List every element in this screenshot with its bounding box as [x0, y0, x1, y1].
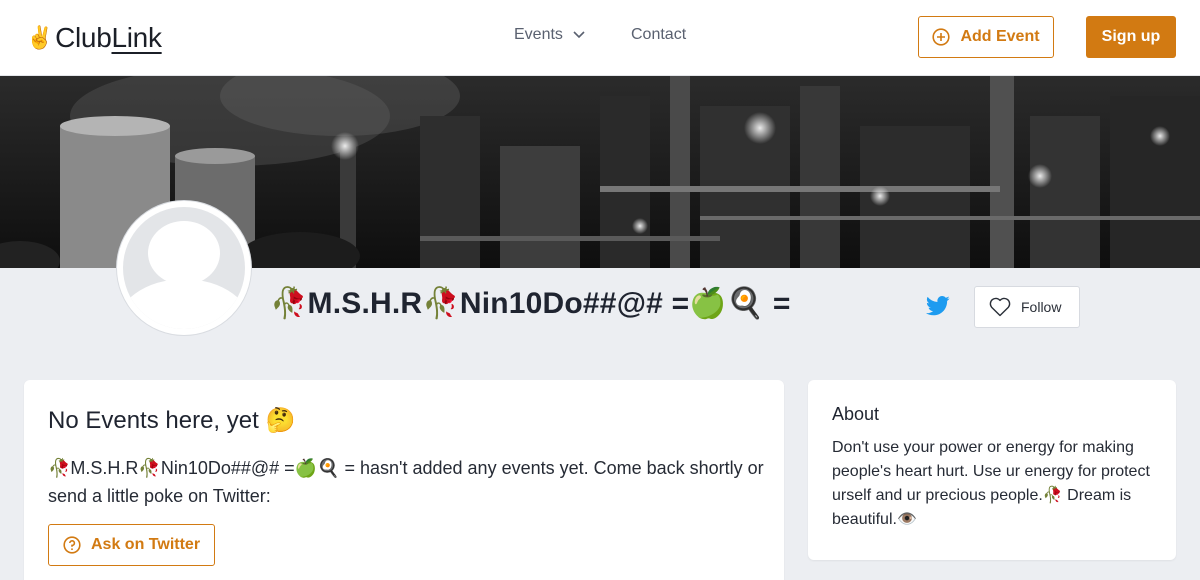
- about-card: About Don't use your power or energy for…: [808, 380, 1176, 560]
- events-empty-message: 🥀M.S.H.R🥀Nin10Do##@# =🍏🍳 = hasn't added …: [48, 458, 764, 506]
- add-event-label: Add Event: [960, 28, 1040, 45]
- logo-club-text: Club: [55, 22, 112, 53]
- ask-on-twitter-button[interactable]: Ask on Twitter: [48, 524, 215, 566]
- clublink-logo[interactable]: ✌️ Club Link: [26, 22, 162, 54]
- nav-contact-link[interactable]: Contact: [631, 26, 686, 44]
- follow-label: Follow: [1021, 299, 1062, 315]
- profile-name: 🥀M.S.H.R🥀Nin10Do##@# =🍏🍳 =: [270, 287, 791, 320]
- nav-events-label: Events: [514, 26, 563, 43]
- site-header: ✌️ Club Link Events Contact Add Event Sig…: [0, 0, 1200, 76]
- about-text: Don't use your power or energy for makin…: [832, 439, 1150, 528]
- logo-link-text: Link: [111, 22, 162, 53]
- avatar-placeholder-icon: [123, 207, 245, 329]
- sign-up-button[interactable]: Sign up: [1086, 16, 1176, 58]
- question-circle-icon: [63, 536, 81, 554]
- heart-icon: [989, 297, 1011, 317]
- about-title: About: [832, 404, 880, 424]
- profile-avatar: [117, 201, 251, 335]
- nav-events-dropdown[interactable]: Events: [514, 26, 585, 44]
- add-event-button[interactable]: Add Event: [918, 16, 1054, 58]
- logo-hand-icon: ✌️: [26, 25, 54, 50]
- plus-circle-icon: [932, 28, 951, 46]
- chevron-down-icon: [573, 31, 585, 39]
- twitter-icon[interactable]: [926, 296, 950, 316]
- follow-button[interactable]: Follow: [974, 286, 1080, 328]
- events-heading: No Events here, yet 🤔: [48, 407, 296, 434]
- events-card: No Events here, yet 🤔 🥀M.S.H.R🥀Nin10Do##…: [24, 380, 784, 580]
- ask-on-twitter-label: Ask on Twitter: [91, 536, 201, 553]
